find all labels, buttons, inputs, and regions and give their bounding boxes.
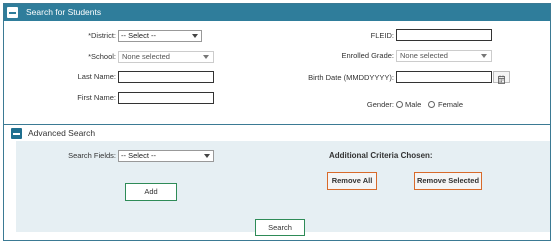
enrolled-grade-label: Enrolled Grade: <box>341 51 394 60</box>
search-fields-select[interactable]: -- Select -- <box>118 150 214 162</box>
gender-female-radio[interactable] <box>428 101 435 108</box>
remove-all-button[interactable]: Remove All <box>327 172 377 190</box>
first-name-label: First Name: <box>77 93 116 102</box>
gender-male-label: Male <box>405 100 422 109</box>
panel-header: Search for Students <box>4 4 550 21</box>
panel-title: Search for Students <box>26 7 102 17</box>
calendar-button[interactable] <box>493 71 510 84</box>
last-name-label: Last Name: <box>77 72 116 81</box>
collapse-minus-icon[interactable] <box>7 7 18 18</box>
chevron-down-icon <box>481 54 487 58</box>
first-name-input[interactable] <box>118 92 214 104</box>
school-label: *School: <box>88 52 116 61</box>
gender-label: Gender: <box>366 100 394 109</box>
fleid-input[interactable] <box>396 29 492 41</box>
search-students-panel: Search for Students *District: -- Select… <box>3 3 551 241</box>
criteria-chosen-title: Additional Criteria Chosen: <box>329 151 433 160</box>
remove-selected-button[interactable]: Remove Selected <box>414 172 482 190</box>
enrolled-grade-value: None selected <box>400 51 448 60</box>
gender-male-radio[interactable] <box>396 101 403 108</box>
district-select-value: -- Select -- <box>121 31 157 40</box>
district-select[interactable]: -- Select -- <box>118 30 202 42</box>
calendar-icon <box>498 75 505 84</box>
last-name-input[interactable] <box>118 71 214 83</box>
school-select-value: None selected <box>122 52 170 61</box>
chevron-down-icon <box>192 34 198 38</box>
advanced-search-header: Advanced Search <box>4 124 550 142</box>
chevron-down-icon <box>203 55 209 59</box>
birth-date-input[interactable] <box>396 71 492 83</box>
birth-date-label: Birth Date (MMDDYYYY): <box>308 73 394 82</box>
fleid-label: FLEID: <box>370 31 394 40</box>
search-fields-value: -- Select -- <box>121 151 157 160</box>
advanced-search-title: Advanced Search <box>28 128 96 138</box>
advanced-collapse-minus-icon[interactable] <box>11 128 22 139</box>
district-label: *District: <box>88 31 116 40</box>
gender-female-label: Female <box>438 100 464 109</box>
search-button[interactable]: Search <box>255 219 305 236</box>
school-multiselect[interactable]: None selected <box>118 51 214 63</box>
add-button[interactable]: Add <box>125 183 177 201</box>
chevron-down-icon <box>204 154 210 158</box>
search-fields-label: Search Fields: <box>68 151 116 160</box>
enrolled-grade-multiselect[interactable]: None selected <box>396 50 492 62</box>
